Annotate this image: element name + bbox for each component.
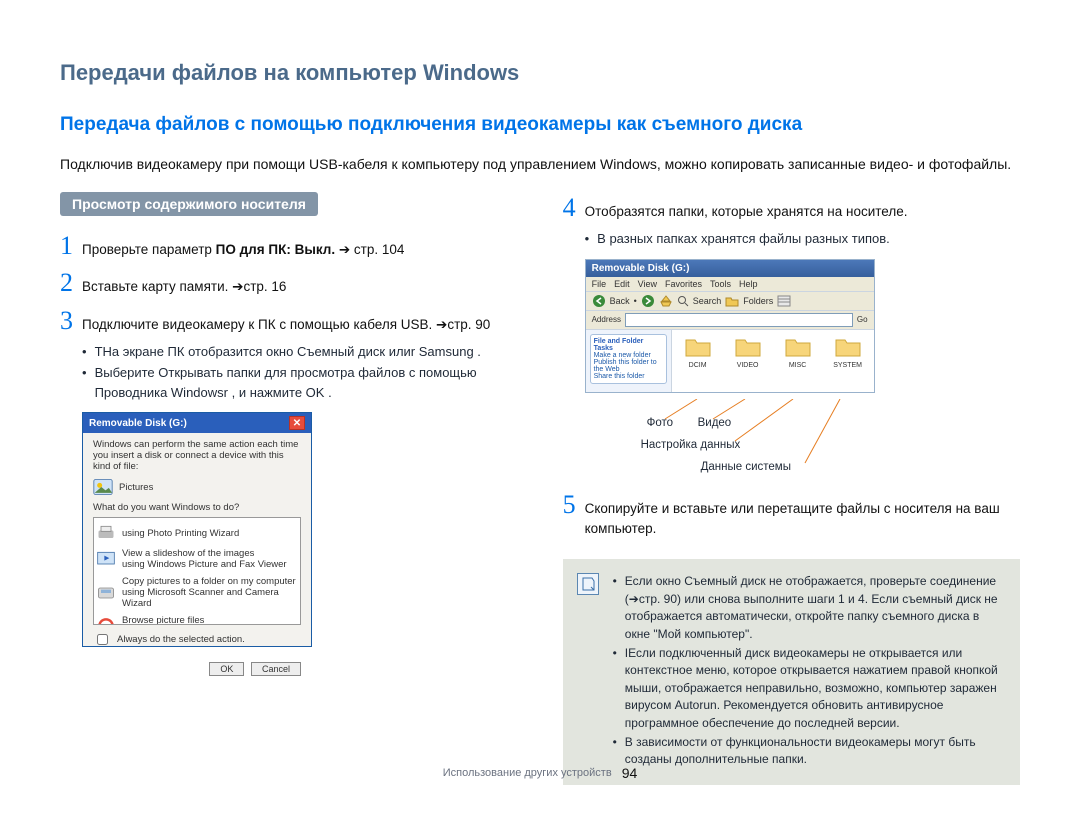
note-box: Если окно Съемный диск не отображается, … — [563, 559, 1020, 784]
step-text: ➔ стр. 104 — [339, 242, 405, 257]
ok-button[interactable]: OK — [209, 662, 244, 676]
bullet: ТНа экране ПК отобразится окно Съемный д… — [82, 342, 513, 362]
step-text: Подключите видеокамеру к ПК с помощью ка… — [82, 311, 490, 335]
step-number: 1 — [60, 230, 82, 261]
always-checkbox[interactable] — [97, 634, 108, 645]
step-1: 1 Проверьте параметр ПО для ПК: Выкл. ➔ … — [60, 230, 513, 261]
address-input[interactable] — [625, 313, 853, 327]
step-5: 5 Скопируйте и вставьте или перетащите ф… — [563, 489, 1020, 540]
step-text: Скопируйте и вставьте или перетащите фай… — [585, 495, 1020, 540]
folder-system[interactable]: SYSTEM — [828, 336, 868, 382]
dialog-type: Pictures — [119, 482, 153, 493]
printer-icon — [96, 524, 116, 542]
checkbox-label: Always do the selected action. — [117, 634, 245, 645]
callout-settings: Настройка данных — [641, 439, 741, 451]
folder-icon — [835, 336, 861, 360]
note-bullet: Если окно Съемный диск не отображается, … — [613, 573, 1002, 643]
slideshow-icon — [96, 550, 116, 568]
up-icon[interactable] — [659, 294, 673, 308]
dialog-option[interactable]: using Photo Printing Wizard — [96, 522, 298, 544]
explorer-menu[interactable]: FileEditViewFavoritesToolsHelp — [586, 277, 874, 292]
pictures-icon — [93, 478, 113, 496]
address-label: Address — [592, 315, 621, 324]
folder-dcim[interactable]: DCIM — [678, 336, 718, 382]
folder-video[interactable]: VIDEO — [728, 336, 768, 382]
section-title: Передача файлов с помощью подключения ви… — [60, 114, 1020, 136]
explorer-sidebar: File and Folder Tasks Make a new folder … — [586, 330, 672, 392]
dialog-option[interactable]: Browse picture filesusing MediaShow — [96, 613, 298, 625]
callout-sysdata: Данные системы — [701, 461, 791, 473]
intro-text: Подключив видеокамеру при помощи USB-каб… — [60, 154, 1020, 174]
step-4: 4 Отобразятся папки, которые хранятся на… — [563, 192, 1020, 223]
views-icon[interactable] — [777, 295, 791, 307]
explorer-window: Removable Disk (G:) FileEditViewFavorite… — [585, 259, 875, 393]
mediashow-icon — [96, 617, 116, 625]
folder-icon — [685, 336, 711, 360]
sub-heading: Просмотр содержимого носителя — [60, 192, 318, 216]
dialog-text: Windows can perform the same action each… — [93, 439, 301, 472]
explorer-toolbar[interactable]: Back • Search Folders — [586, 292, 874, 311]
note-icon — [577, 573, 599, 595]
bullet: Выберите Открывать папки для просмотра ф… — [82, 363, 513, 402]
dialog-title: Removable Disk (G:) — [89, 418, 187, 429]
cancel-button[interactable]: Cancel — [251, 662, 301, 676]
folder-icon — [735, 336, 761, 360]
go-button[interactable]: Go — [857, 315, 868, 324]
search-icon[interactable] — [677, 295, 689, 307]
step-2: 2 Вставьте карту памяти. ➔стр. 16 — [60, 267, 513, 298]
folder-callouts: Фото Видео Настройка данных Данные систе… — [585, 399, 875, 489]
step-text: Вставьте карту памяти. ➔стр. 16 — [82, 273, 286, 297]
forward-icon[interactable] — [641, 294, 655, 308]
step-number: 2 — [60, 267, 82, 298]
folders-icon[interactable] — [725, 295, 739, 307]
callout-video: Видео — [698, 417, 732, 429]
step-text: Отобразятся папки, которые хранятся на н… — [585, 198, 908, 222]
dialog-option[interactable]: View a slideshow of the imagesusing Wind… — [96, 546, 298, 572]
back-icon[interactable] — [592, 294, 606, 308]
note-bullet: IЕсли подключенный диск видеокамеры не о… — [613, 645, 1002, 732]
page-footer: Использование других устройств 94 — [443, 765, 638, 781]
scanner-icon — [96, 584, 116, 602]
folder-misc[interactable]: MISC — [778, 336, 818, 382]
autoplay-dialog: Removable Disk (G:) ✕ Windows can perfor… — [82, 412, 312, 647]
step-bold: ПО для ПК: Выкл. — [216, 242, 335, 257]
bullet: В разных папках хранятся файлы разных ти… — [585, 229, 1020, 249]
step-number: 3 — [60, 305, 82, 336]
callout-photo: Фото — [647, 417, 673, 429]
page-title: Передачи файлов на компьютер Windows — [60, 60, 1020, 86]
step-number: 4 — [563, 192, 585, 223]
step-number: 5 — [563, 489, 585, 520]
explorer-title: Removable Disk (G:) — [586, 260, 874, 277]
dialog-option[interactable]: Copy pictures to a folder on my computer… — [96, 574, 298, 611]
folder-icon — [785, 336, 811, 360]
close-icon[interactable]: ✕ — [289, 416, 305, 430]
step-text: Проверьте параметр — [82, 242, 216, 257]
dialog-prompt: What do you want Windows to do? — [93, 502, 301, 513]
note-bullet: В зависимости от функциональности видеок… — [613, 734, 1002, 769]
step-3: 3 Подключите видеокамеру к ПК с помощью … — [60, 305, 513, 336]
